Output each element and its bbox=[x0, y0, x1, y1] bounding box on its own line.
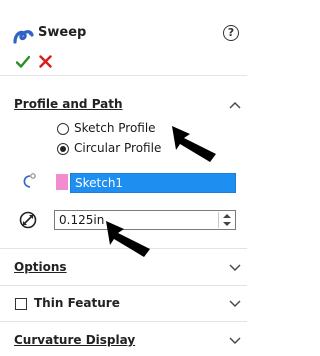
x-icon[interactable] bbox=[39, 55, 52, 68]
divider bbox=[0, 285, 247, 286]
section-header-thin-feature[interactable]: Thin Feature bbox=[34, 296, 120, 310]
profile-color-swatch bbox=[56, 174, 68, 190]
help-icon[interactable]: ? bbox=[223, 25, 239, 41]
diameter-spinner[interactable] bbox=[218, 212, 235, 228]
radio-sketch-profile[interactable] bbox=[57, 123, 69, 135]
annotation-arrow-icon bbox=[106, 221, 150, 257]
path-selection-field[interactable]: Sketch1 bbox=[70, 173, 236, 193]
divider bbox=[0, 321, 247, 322]
section-header-curvature-display[interactable]: Curvature Display bbox=[14, 333, 135, 347]
chevron-up-icon[interactable] bbox=[229, 101, 241, 109]
diameter-icon bbox=[19, 211, 37, 229]
sweep-icon bbox=[13, 30, 34, 44]
thin-feature-checkbox[interactable] bbox=[15, 298, 27, 310]
spin-up-icon[interactable] bbox=[223, 214, 231, 218]
checkmark-icon[interactable] bbox=[16, 55, 30, 69]
chevron-down-icon[interactable] bbox=[229, 337, 241, 345]
path-icon bbox=[23, 173, 36, 188]
chevron-down-icon[interactable] bbox=[229, 300, 241, 308]
sweep-property-manager: Sweep ? Profile and Path Sketch Profile … bbox=[0, 0, 247, 356]
panel-header: Sweep ? bbox=[0, 0, 247, 76]
section-header-profile-and-path[interactable]: Profile and Path bbox=[14, 97, 123, 111]
spin-down-icon[interactable] bbox=[223, 222, 231, 226]
radio-label-sketch-profile: Sketch Profile bbox=[74, 121, 156, 135]
radio-label-circular-profile: Circular Profile bbox=[74, 141, 162, 155]
chevron-down-icon[interactable] bbox=[229, 264, 241, 272]
panel-title: Sweep bbox=[38, 25, 87, 40]
radio-circular-profile[interactable] bbox=[57, 143, 69, 155]
annotation-arrow-icon bbox=[172, 126, 216, 162]
section-header-options[interactable]: Options bbox=[14, 260, 67, 274]
